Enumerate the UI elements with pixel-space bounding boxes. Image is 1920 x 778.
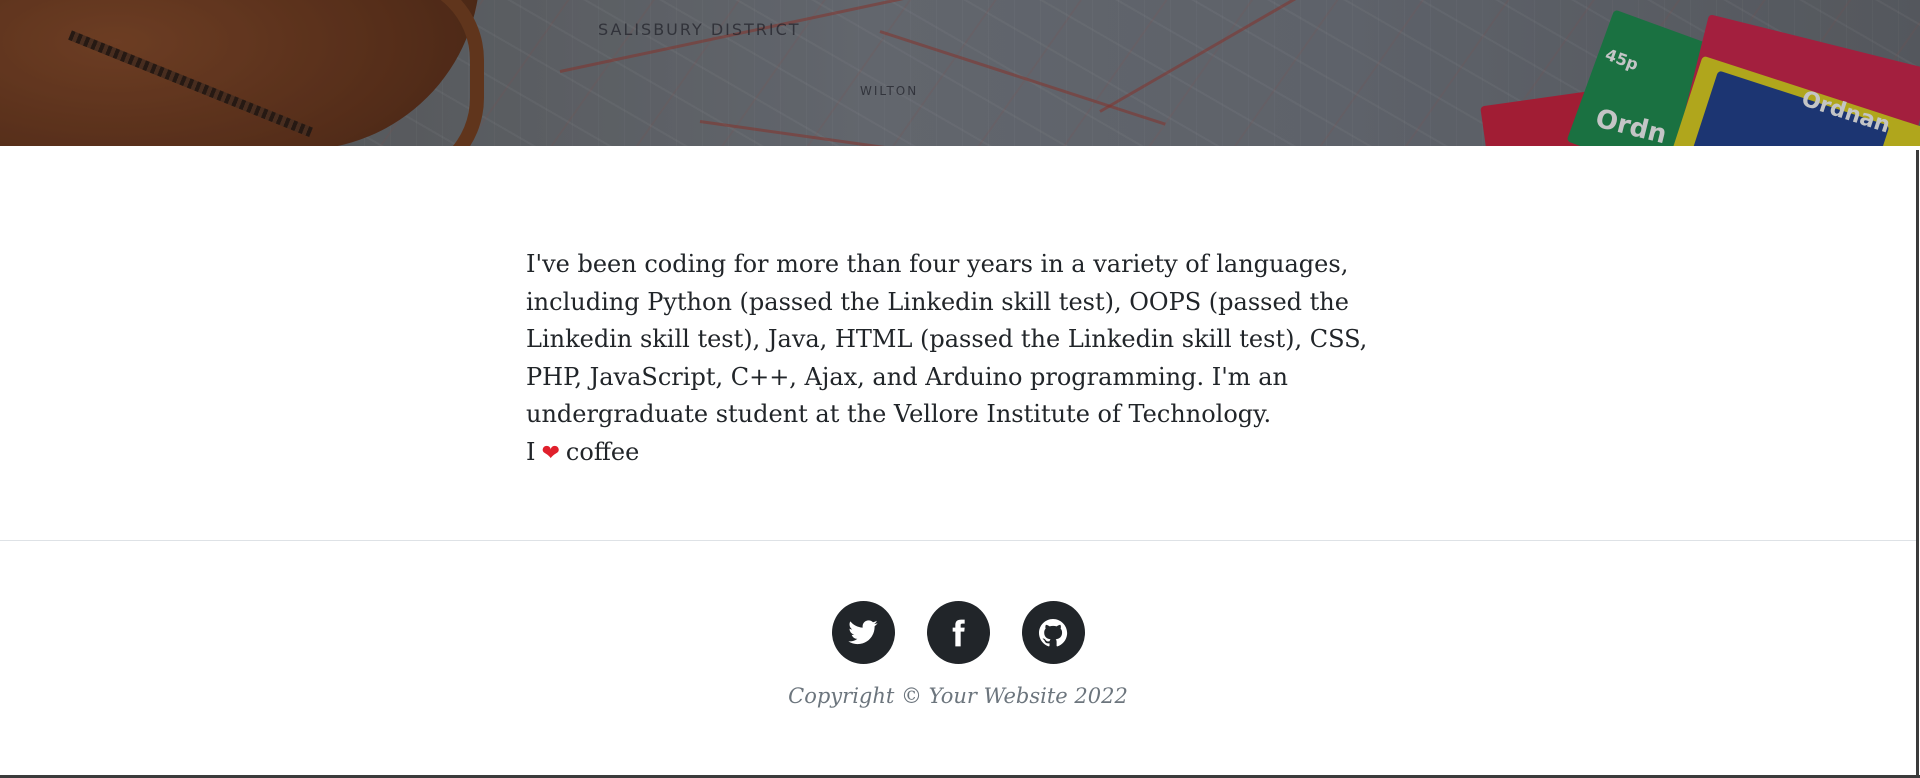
love-prefix: I [526,437,536,466]
about-paragraph: I've been coding for more than four year… [526,250,1368,428]
twitter-link[interactable] [831,601,895,664]
footer-divider [0,540,1916,541]
github-icon [1039,618,1068,646]
hero-overlay [0,0,1920,146]
header-banner: SALISBURY DISTRICT WILTON 45p Ordn Ordna… [0,0,1920,146]
facebook-link[interactable] [926,601,990,664]
facebook-icon [952,619,965,646]
twitter-icon [848,619,878,644]
heart-icon: ❤ [541,440,560,466]
social-links [0,601,1916,664]
about-section: I've been coding for more than four year… [526,246,1386,472]
love-line: I ❤ coffee [526,434,1386,473]
window-edge-right [1916,150,1919,778]
github-link[interactable] [1021,601,1085,664]
love-suffix: coffee [565,437,640,466]
copyright-text: Copyright © Your Website 2022 [788,684,1128,708]
